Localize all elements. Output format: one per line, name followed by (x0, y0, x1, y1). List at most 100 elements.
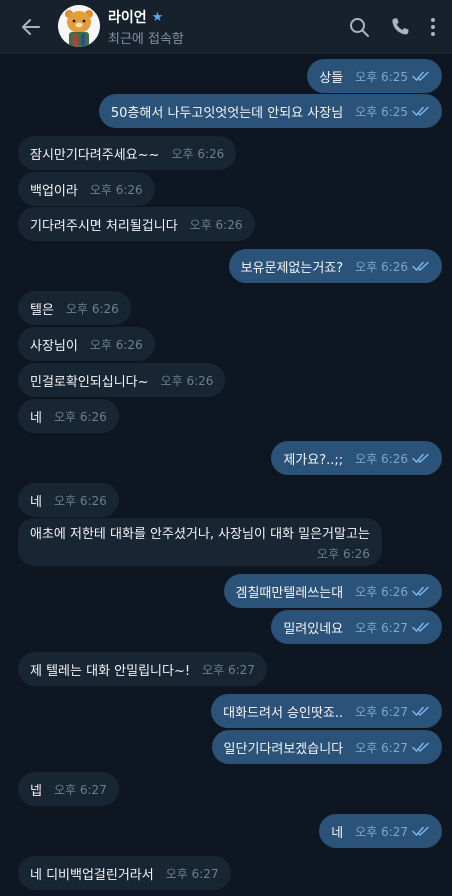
last-seen-status: 최근에 접속함 (108, 32, 184, 47)
message-time: 오후 6:26 (89, 337, 143, 352)
double-check-icon (412, 586, 429, 596)
message-text: 일단기다려보겠습니다 (223, 741, 344, 757)
outgoing-message[interactable]: 제가요?..;; 오후 6:26 (271, 441, 442, 475)
message-meta: 오후 6:26 (355, 258, 430, 275)
message-meta: 오후 6:26 (30, 545, 370, 562)
incoming-message[interactable]: 사장님이 오후 6:26 (18, 327, 155, 361)
incoming-message[interactable]: 네 디비백업걸린거라서 오후 6:27 (18, 856, 231, 890)
message-meta: 오후 6:26 (190, 216, 243, 233)
message-text: 제가요?..;; (283, 452, 344, 468)
chat-title: 라이언 (108, 10, 147, 26)
double-check-icon (412, 706, 429, 716)
incoming-message[interactable]: 네 오후 6:26 (18, 399, 119, 433)
message-text: 민걸로확인되십니다~ (30, 374, 149, 390)
outgoing-message[interactable]: 겜칠때만텔레쓰는대 오후 6:26 (223, 574, 442, 608)
more-vertical-icon[interactable] (421, 15, 445, 39)
message-text: 네 디비백업걸린거라서 (30, 867, 154, 883)
message-time: 오후 6:27 (355, 620, 408, 635)
incoming-message[interactable]: 제 텔레는 대화 안밀립니다~! 오후 6:27 (18, 652, 267, 686)
message-time: 오후 6:26 (53, 409, 107, 424)
chat-header: 라이언 ★ 최근에 접속함 (0, 0, 452, 54)
message-time: 오후 6:27 (53, 782, 107, 797)
message-text: 백업이라 (30, 183, 78, 199)
double-check-icon (412, 453, 429, 463)
message-time: 오후 6:27 (355, 824, 408, 839)
message-meta: 오후 6:27 (355, 823, 430, 840)
message-time: 오후 6:26 (355, 259, 408, 274)
ryan-character-avatar-icon (58, 5, 100, 47)
message-text: 네 (331, 825, 344, 841)
message-meta: 오후 6:27 (355, 703, 430, 720)
message-text: 넵 (30, 783, 42, 799)
message-text: 텔은 (30, 302, 54, 318)
message-meta: 오후 6:25 (355, 68, 430, 85)
message-text: 네 (30, 410, 42, 426)
message-text: 잠시만기다려주세요~~ (30, 147, 160, 163)
outgoing-message[interactable]: 상들 오후 6:25 (307, 59, 442, 93)
message-time: 오후 6:26 (189, 217, 243, 232)
message-text: 밀려있네요 (283, 621, 344, 637)
message-meta: 오후 6:25 (355, 103, 430, 120)
verified-star-icon: ★ (151, 9, 164, 25)
message-meta: 오후 6:26 (66, 300, 119, 317)
message-time: 오후 6:26 (171, 146, 225, 161)
incoming-message[interactable]: 네 오후 6:26 (18, 483, 119, 517)
message-meta: 오후 6:27 (166, 865, 219, 882)
message-text: 겜칠때만텔레쓰는대 (235, 585, 344, 601)
outgoing-message[interactable]: 보유문제없는거죠? 오후 6:26 (228, 249, 442, 283)
message-text: 보유문제없는거죠? (240, 260, 344, 276)
outgoing-message[interactable]: 대화드려서 승인땃죠.. 오후 6:27 (211, 694, 442, 728)
double-check-icon (412, 826, 429, 836)
incoming-message[interactable]: 민걸로확인되십니다~ 오후 6:26 (18, 363, 226, 397)
message-time: 오후 6:25 (355, 104, 408, 119)
message-time: 오후 6:26 (65, 301, 119, 316)
message-meta: 오후 6:26 (355, 450, 430, 467)
search-icon[interactable] (347, 15, 371, 39)
message-time: 오후 6:27 (355, 740, 408, 755)
message-meta: 오후 6:26 (90, 336, 143, 353)
message-meta: 오후 6:26 (355, 583, 430, 600)
message-time: 오후 6:27 (355, 704, 408, 719)
message-time: 오후 6:25 (355, 69, 408, 84)
outgoing-message[interactable]: 일단기다려보겠습니다 오후 6:27 (211, 730, 442, 764)
message-time: 오후 6:26 (355, 451, 408, 466)
message-text: 사장님이 (30, 338, 78, 354)
message-list[interactable]: 상들 오후 6:25 50층해서 나두고잇엇엇는데 안되요 사장님 오후 6:2… (0, 54, 452, 896)
outgoing-message[interactable]: 네 오후 6:27 (319, 814, 442, 848)
message-meta: 오후 6:26 (161, 372, 214, 389)
incoming-message[interactable]: 텔은 오후 6:26 (18, 291, 131, 325)
incoming-message[interactable]: 넵 오후 6:27 (18, 772, 119, 806)
message-time: 오후 6:27 (165, 866, 219, 881)
message-time: 오후 6:26 (53, 493, 107, 508)
message-time: 오후 6:26 (317, 547, 370, 561)
outgoing-message[interactable]: 50층해서 나두고잇엇엇는데 안되요 사장님 오후 6:25 (98, 94, 442, 128)
outgoing-message[interactable]: 밀려있네요 오후 6:27 (271, 610, 442, 644)
incoming-message[interactable]: 백업이라 오후 6:26 (18, 172, 155, 206)
message-text: 상들 (319, 70, 344, 86)
message-text: 네 (30, 494, 42, 510)
double-check-icon (412, 742, 429, 752)
message-text: 기다려주시면 처리될겁니다 (30, 218, 178, 234)
message-time: 오후 6:27 (202, 662, 255, 677)
phone-icon[interactable] (388, 15, 412, 39)
message-text: 제 텔레는 대화 안밀립니다~! (30, 663, 191, 679)
message-meta: 오후 6:26 (171, 145, 224, 162)
incoming-message[interactable]: 잠시만기다려주세요~~ 오후 6:26 (18, 136, 237, 170)
message-meta: 오후 6:27 (54, 781, 107, 798)
message-time: 오후 6:26 (355, 584, 408, 599)
message-time: 오후 6:26 (89, 182, 143, 197)
message-meta: 오후 6:26 (54, 492, 107, 509)
message-meta: 오후 6:27 (355, 619, 430, 636)
back-arrow-icon[interactable] (18, 14, 44, 40)
message-meta: 오후 6:26 (54, 408, 107, 425)
message-meta: 오후 6:27 (202, 661, 255, 678)
message-text: 50층해서 나두고잇엇엇는데 안되요 사장님 (110, 105, 344, 121)
double-check-icon (412, 622, 429, 632)
avatar[interactable] (58, 5, 100, 47)
double-check-icon (412, 261, 429, 271)
incoming-message[interactable]: 기다려주시면 처리될겁니다 오후 6:26 (18, 207, 255, 241)
double-check-icon (412, 71, 429, 81)
double-check-icon (412, 106, 429, 116)
message-meta: 오후 6:26 (90, 181, 143, 198)
incoming-message[interactable]: 애초에 저한테 대화를 안주셨거나, 사장님이 대화 밀은거말고는 오후 6:2… (18, 518, 382, 566)
